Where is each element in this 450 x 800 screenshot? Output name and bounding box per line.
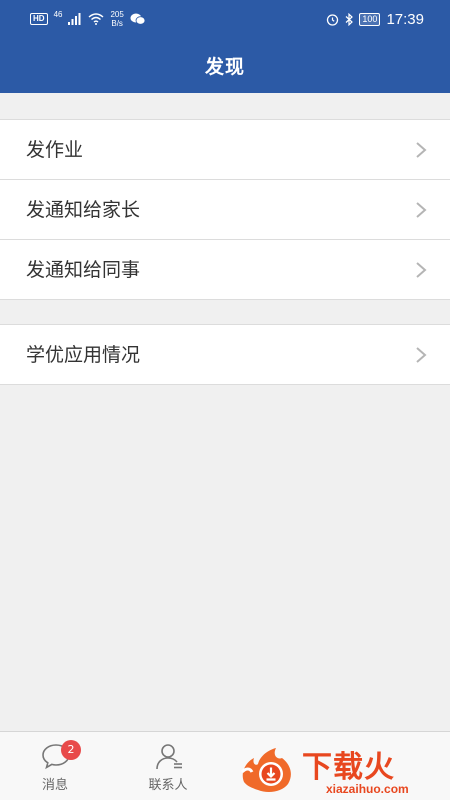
- menu-item-label: 发作业: [26, 139, 84, 161]
- flame-logo-icon: [240, 748, 291, 792]
- speed-unit: B/s: [111, 19, 123, 28]
- speed-value: 205: [110, 10, 124, 19]
- wifi-icon: [89, 13, 104, 25]
- alarm-icon: [327, 13, 339, 26]
- tab-messages[interactable]: 2 消息: [0, 732, 110, 800]
- menu-group-send: 发作业 发通知给家长 发通知给同事: [0, 119, 450, 300]
- status-bar: HD 46 205 B/s 100 17:39: [0, 0, 450, 38]
- watermark-url: xiazaihuo.com: [326, 782, 409, 796]
- menu-item-notify-colleagues[interactable]: 发通知给同事: [0, 240, 450, 300]
- status-time: 17:39: [386, 10, 424, 28]
- tab-label: 消息: [41, 778, 68, 793]
- chevron-right-icon: [416, 202, 427, 218]
- watermark-title: 下载火: [302, 750, 395, 785]
- menu-item-app-usage[interactable]: 学优应用情况: [0, 325, 450, 385]
- chevron-right-icon: [416, 262, 427, 278]
- app-header: HD 46 205 B/s 100 17:39 发现: [0, 0, 450, 93]
- network-speed: 205 B/s: [110, 10, 123, 28]
- menu-item-label: 学优应用情况: [26, 344, 141, 366]
- bluetooth-icon: [346, 12, 354, 26]
- menu-item-homework[interactable]: 发作业: [0, 120, 450, 180]
- signal-icon: [68, 13, 81, 25]
- watermark: 下载火 xiazaihuo.com: [236, 734, 450, 800]
- menu-item-label: 发通知给同事: [26, 259, 141, 281]
- menu-item-label: 发通知给家长: [26, 199, 141, 221]
- menu-group-stats: 学优应用情况: [0, 324, 450, 385]
- tab-contacts[interactable]: 联系人: [113, 732, 223, 800]
- chevron-right-icon: [416, 142, 427, 158]
- battery-indicator: 100: [359, 12, 381, 26]
- page-title: 发现: [204, 56, 245, 78]
- hd-indicator: HD: [30, 13, 48, 25]
- wechat-icon: [130, 13, 146, 25]
- tab-label: 联系人: [148, 778, 188, 793]
- network-type: 46: [53, 9, 63, 19]
- contacts-icon: [156, 744, 182, 770]
- unread-badge: 2: [61, 740, 81, 760]
- menu-item-notify-parents[interactable]: 发通知给家长: [0, 180, 450, 240]
- chevron-right-icon: [416, 347, 427, 363]
